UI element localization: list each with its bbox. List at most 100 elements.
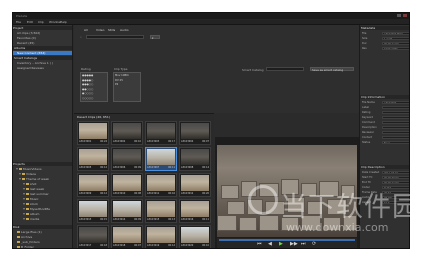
clip-thumbnail[interactable]: A3103017 00:18 [77, 225, 109, 248]
clip-thumbnail[interactable]: A3103010 00:08 [111, 173, 143, 197]
field-value[interactable]: A3103007 [382, 101, 409, 104]
rating-option[interactable]: ●●●●● [82, 74, 93, 77]
rating-filter-box[interactable]: ●●●●● ●●●●○ ●●●○○ ●●○○○ ●○○○○ ○○○○○ [80, 72, 108, 102]
folder-item[interactable]: shot [13, 182, 72, 186]
field-value[interactable]: A3103007.MOV [382, 32, 409, 35]
expand-arrow-icon[interactable] [23, 218, 25, 220]
menu-item-4[interactable]: Help [60, 20, 67, 24]
clip-thumbnail[interactable]: A3103008 00:14 [179, 147, 211, 171]
menu-item-2[interactable]: Clip [38, 20, 44, 24]
field-label: Keyword [362, 116, 374, 119]
clip-thumbnail[interactable]: A3103003 00:17 [145, 121, 177, 145]
clip-thumbnail[interactable]: A3103001 00:24 [77, 121, 109, 145]
field-value[interactable]: 1.2 GB [382, 37, 409, 40]
library-item[interactable]: Recent (45) [13, 41, 72, 45]
expand-arrow-icon[interactable] [16, 168, 18, 170]
field-value[interactable]: Final [382, 141, 409, 144]
library-item[interactable]: Inventory – Archive 1 ( ) [13, 61, 72, 65]
field-value[interactable]: 00:00:11:00 [382, 42, 409, 45]
expand-arrow-icon[interactable] [23, 213, 25, 215]
clip-thumbnail[interactable]: A3103015 00:13 [145, 199, 177, 223]
close-button[interactable] [403, 14, 407, 17]
tab-video[interactable]: Video [96, 28, 104, 32]
clip-type-option[interactable]: P2 [115, 83, 118, 86]
folder-item[interactable]: Videos [13, 172, 72, 176]
disk-item[interactable]: _sub_folders [13, 240, 72, 244]
clip-type-option[interactable]: Mov 1080i [115, 74, 129, 77]
folder-item[interactable]: MyselfAndMe [13, 207, 72, 211]
rating-option[interactable]: ○○○○○ [82, 97, 93, 100]
expand-arrow-icon[interactable] [23, 193, 25, 195]
expand-arrow-icon[interactable] [23, 183, 25, 185]
folder-item[interactable]: Theme of week [13, 177, 72, 181]
field-value[interactable] [382, 111, 409, 114]
clip-thumbnail[interactable]: A3103019 00:12 [145, 225, 177, 248]
field-value[interactable]: 1920x1080 [382, 47, 409, 50]
save-smart-catalog-button[interactable]: Save as smart catalog [310, 67, 354, 72]
disk-item[interactable]: Archive [13, 235, 72, 239]
clip-duration: 00:10 [134, 140, 141, 143]
disk-item[interactable]: B_Folder [13, 245, 72, 248]
field-value[interactable] [382, 106, 409, 109]
expand-arrow-icon[interactable] [19, 173, 21, 175]
menu-item-1[interactable]: Edit [27, 20, 33, 24]
field-value[interactable]: 2011-03-10 [382, 171, 409, 174]
folder-item[interactable]: media [13, 217, 72, 221]
clip-thumbnail[interactable]: A3103006 00:09 [111, 147, 143, 171]
clip-thumbnail[interactable]: A3103013 00:15 [77, 199, 109, 223]
library-item[interactable]: New Content (654) [13, 51, 72, 55]
field-value[interactable] [382, 131, 409, 134]
library-item[interactable]: All clips (3,502) [13, 31, 72, 35]
menu-item-0[interactable]: File [16, 20, 21, 24]
field-value[interactable]: 00:00:11:00 [382, 181, 409, 184]
expand-arrow-icon[interactable] [23, 208, 25, 210]
field-value[interactable] [382, 116, 409, 119]
field-value[interactable] [382, 126, 409, 129]
clip-type-filter-box[interactable]: Mov 1080i DV 25 P2 [113, 72, 141, 102]
folder-item[interactable]: album [13, 212, 72, 216]
clip-thumbnail[interactable]: A3103007 00:11 [145, 147, 177, 171]
field-value[interactable]: 00:00:00:00 [382, 176, 409, 179]
rating-option[interactable]: ●●●●○ [82, 79, 93, 82]
folder-item[interactable]: MusicVideos [13, 167, 72, 171]
clip-name: A3103010 [113, 192, 126, 195]
clip-thumbnail[interactable]: A3103018 00:07 [111, 225, 143, 248]
rating-option[interactable]: ●○○○○ [82, 92, 93, 95]
smart-catalog-field[interactable] [266, 67, 304, 71]
clip-thumbnail[interactable]: A3103012 00:20 [179, 173, 211, 197]
expand-arrow-icon[interactable] [23, 188, 25, 190]
clip-thumbnail[interactable]: A3103020 00:10 [179, 225, 211, 248]
search-icon[interactable]: ⌕ [80, 35, 82, 39]
clip-thumbnail[interactable]: A3103004 00:07 [179, 121, 211, 145]
clip-type-option[interactable]: DV 25 [115, 79, 123, 82]
tab-audio[interactable]: Audio [120, 28, 129, 32]
filter-dropdown[interactable]: ▾ [150, 35, 160, 40]
folder-item[interactable]: Music [13, 197, 72, 201]
tab-stills[interactable]: Stills [108, 28, 115, 32]
rating-option[interactable]: ●●●○○ [82, 83, 93, 86]
clip-thumbnail[interactable]: A3103014 00:09 [111, 199, 143, 223]
minimize-button[interactable] [397, 14, 401, 17]
library-item[interactable]: Albums [13, 46, 72, 50]
library-item[interactable]: Assigned Reviews [13, 66, 72, 70]
disk-item[interactable]: Large files (1) [13, 230, 72, 234]
library-item[interactable]: Favorites (0) [13, 36, 72, 40]
clip-thumbnail[interactable]: A3103016 00:11 [179, 199, 211, 223]
expand-arrow-icon[interactable] [23, 203, 25, 205]
clip-thumbnail[interactable]: A3103009 00:12 [77, 173, 109, 197]
field-label: Date Created [362, 171, 380, 174]
folder-item[interactable]: last summer [13, 192, 72, 196]
clip-thumbnail[interactable]: A3103011 00:16 [145, 173, 177, 197]
tab-all[interactable]: All [84, 28, 88, 32]
clip-thumbnail[interactable]: A3103002 00:10 [111, 121, 143, 145]
search-input[interactable] [86, 35, 144, 39]
folder-item[interactable]: stock [13, 202, 72, 206]
expand-arrow-icon[interactable] [23, 198, 25, 200]
rating-option[interactable]: ●●○○○ [82, 88, 93, 91]
field-value[interactable] [382, 136, 409, 139]
library-item[interactable]: Smart Catalogs [13, 56, 72, 60]
expand-arrow-icon[interactable] [19, 178, 21, 180]
folder-item[interactable]: last week [13, 187, 72, 191]
clip-thumbnail[interactable]: A3103005 00:12 [77, 147, 109, 171]
field-value[interactable] [382, 121, 409, 124]
